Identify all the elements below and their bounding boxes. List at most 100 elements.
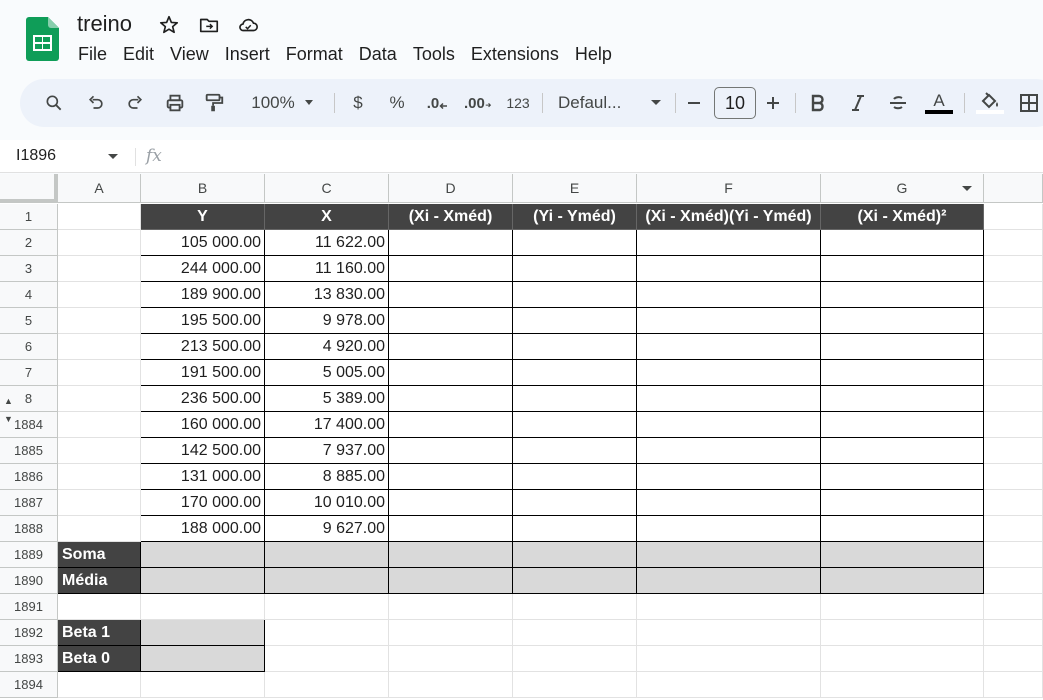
row-header-4[interactable]: 4 — [0, 282, 58, 308]
collapse-rows-icon[interactable]: ▼ — [4, 414, 13, 424]
zoom-select[interactable]: 100% — [244, 91, 324, 115]
cell[interactable] — [141, 672, 265, 698]
cell[interactable] — [984, 594, 1043, 620]
cell[interactable] — [389, 646, 513, 672]
cell[interactable] — [513, 282, 637, 308]
row-header-1887[interactable]: 1887 — [0, 490, 58, 516]
cell[interactable] — [984, 542, 1043, 568]
row-header-6[interactable]: 6 — [0, 334, 58, 360]
row-header-1889[interactable]: 1889 — [0, 542, 58, 568]
cell[interactable] — [141, 594, 265, 620]
cell[interactable] — [821, 438, 984, 464]
cell[interactable] — [984, 230, 1043, 256]
cell[interactable] — [821, 620, 984, 646]
cell[interactable] — [821, 282, 984, 308]
row-header-1885[interactable]: 1885 — [0, 438, 58, 464]
cell[interactable] — [984, 516, 1043, 542]
star-icon[interactable] — [158, 14, 180, 36]
cell[interactable] — [513, 230, 637, 256]
cell[interactable] — [513, 516, 637, 542]
cell[interactable] — [513, 490, 637, 516]
cell[interactable] — [637, 308, 821, 334]
cell[interactable] — [58, 334, 141, 360]
cell[interactable] — [984, 620, 1043, 646]
cell[interactable] — [637, 594, 821, 620]
cell[interactable] — [821, 464, 984, 490]
summary-cell[interactable] — [513, 542, 637, 568]
column-menu-icon[interactable] — [961, 185, 973, 193]
fill-color-button[interactable] — [975, 91, 1005, 115]
cell[interactable] — [984, 282, 1043, 308]
percent-format-button[interactable]: % — [387, 91, 407, 115]
cell[interactable] — [389, 308, 513, 334]
dropdown-icon[interactable] — [107, 153, 119, 161]
row-header-1894[interactable]: 1894 — [0, 672, 58, 698]
menu-tools[interactable]: Tools — [405, 43, 463, 65]
cell[interactable] — [58, 672, 141, 698]
cell[interactable] — [389, 282, 513, 308]
y-value-cell[interactable]: 188 000.00 — [141, 516, 265, 542]
summary-cell[interactable] — [389, 568, 513, 594]
cloud-status-icon[interactable] — [237, 14, 259, 36]
summary-cell[interactable] — [637, 542, 821, 568]
header-cell[interactable]: (Xi - Xméd) — [389, 204, 513, 230]
y-value-cell[interactable]: 142 500.00 — [141, 438, 265, 464]
row-header-5[interactable]: 5 — [0, 308, 58, 334]
redo-button[interactable] — [123, 91, 147, 115]
summary-cell[interactable] — [389, 542, 513, 568]
cell[interactable] — [821, 334, 984, 360]
summary-cell[interactable] — [141, 568, 265, 594]
bold-button[interactable] — [808, 91, 828, 115]
header-cell[interactable]: (Xi - Xméd)(Yi - Yméd) — [637, 204, 821, 230]
y-value-cell[interactable]: 195 500.00 — [141, 308, 265, 334]
cell[interactable] — [637, 360, 821, 386]
menu-file[interactable]: File — [70, 43, 115, 65]
header-cell[interactable]: (Xi - Xméd)² — [821, 204, 984, 230]
y-value-cell[interactable]: 244 000.00 — [141, 256, 265, 282]
cell[interactable] — [389, 438, 513, 464]
row-header-3[interactable]: 3 — [0, 256, 58, 282]
soma-label[interactable]: Soma — [58, 542, 141, 568]
summary-cell[interactable] — [821, 568, 984, 594]
column-header-c[interactable]: C — [265, 174, 389, 203]
summary-cell[interactable] — [265, 568, 389, 594]
select-all-corner[interactable] — [0, 174, 58, 203]
cell[interactable] — [58, 386, 141, 412]
cell[interactable] — [513, 464, 637, 490]
cell[interactable] — [265, 620, 389, 646]
cell[interactable] — [984, 568, 1043, 594]
column-header-f[interactable]: F — [637, 174, 821, 203]
move-folder-icon[interactable] — [198, 14, 220, 36]
cell[interactable] — [389, 256, 513, 282]
cell[interactable] — [389, 620, 513, 646]
cell[interactable] — [58, 256, 141, 282]
cell[interactable] — [821, 490, 984, 516]
increase-decimal-button[interactable]: .00 — [464, 91, 492, 115]
decrease-font-size-button[interactable] — [684, 91, 704, 115]
cell[interactable] — [389, 386, 513, 412]
italic-button[interactable] — [848, 91, 868, 115]
cell[interactable] — [389, 516, 513, 542]
x-value-cell[interactable]: 13 830.00 — [265, 282, 389, 308]
name-box[interactable]: I1896 — [16, 147, 56, 165]
row-header-1886[interactable]: 1886 — [0, 464, 58, 490]
more-formats-button[interactable]: 123 — [504, 91, 532, 115]
menu-view[interactable]: View — [162, 43, 217, 65]
cell[interactable] — [821, 386, 984, 412]
cell[interactable] — [984, 204, 1043, 230]
summary-cell[interactable] — [637, 568, 821, 594]
document-title[interactable]: treino — [77, 11, 132, 37]
cell[interactable] — [58, 438, 141, 464]
cell[interactable] — [58, 204, 141, 230]
cell[interactable] — [58, 594, 141, 620]
cell[interactable] — [984, 256, 1043, 282]
cell[interactable] — [984, 646, 1043, 672]
cell[interactable] — [389, 412, 513, 438]
row-header-1891[interactable]: 1891 — [0, 594, 58, 620]
y-value-cell[interactable]: 213 500.00 — [141, 334, 265, 360]
cell[interactable] — [637, 620, 821, 646]
menu-help[interactable]: Help — [567, 43, 620, 65]
formula-input[interactable] — [180, 147, 1040, 167]
x-value-cell[interactable]: 8 885.00 — [265, 464, 389, 490]
row-header-1893[interactable]: 1893 — [0, 646, 58, 672]
